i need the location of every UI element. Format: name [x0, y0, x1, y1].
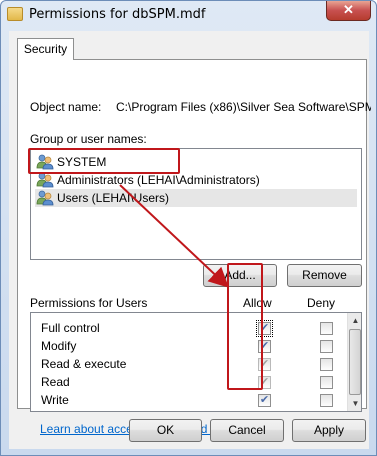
- permission-name: Modify: [41, 339, 77, 353]
- close-button[interactable]: ✕: [326, 1, 371, 21]
- users-icon: [36, 172, 54, 188]
- deny-checkbox[interactable]: [320, 358, 333, 371]
- users-icon: [36, 190, 54, 206]
- security-panel: Object name: C:\Program Files (x86)\Silv…: [17, 59, 371, 436]
- deny-checkbox[interactable]: [320, 340, 333, 353]
- ok-button[interactable]: OK: [129, 419, 202, 442]
- permission-row-full-control: Full control ✔: [31, 319, 346, 337]
- allow-checkbox[interactable]: ✔: [258, 394, 271, 407]
- permissions-dialog: Permissions for dbSPM.mdf ✕ Security Obj…: [0, 0, 377, 456]
- permission-name: Read & execute: [41, 357, 127, 371]
- deny-checkbox[interactable]: [320, 376, 333, 389]
- tab-security[interactable]: Security: [17, 38, 74, 60]
- object-name-label: Object name:: [30, 100, 102, 114]
- annotation-highlight-users: [28, 148, 180, 174]
- permissions-header: Permissions for Users: [30, 296, 148, 310]
- window-title: Permissions for dbSPM.mdf: [29, 7, 206, 22]
- dialog-client-area: Security Object name: C:\Program Files (…: [9, 31, 371, 449]
- deny-checkbox[interactable]: [320, 322, 333, 335]
- group-names-label: Group or user names:: [30, 132, 147, 146]
- annotation-highlight-allow: [227, 263, 263, 390]
- permission-name: Read: [41, 375, 70, 389]
- deny-checkbox[interactable]: [320, 394, 333, 407]
- permission-name: Write: [41, 393, 69, 407]
- permission-name: Full control: [41, 321, 100, 335]
- folder-icon: [7, 7, 23, 21]
- remove-button[interactable]: Remove: [287, 264, 362, 287]
- group-item-users[interactable]: Users (LEHAI\Users): [35, 189, 357, 207]
- apply-button[interactable]: Apply: [292, 419, 366, 442]
- permission-row-write: Write ✔: [31, 391, 346, 409]
- scroll-up-icon[interactable]: ▲: [348, 313, 361, 328]
- deny-column-header: Deny: [307, 296, 336, 310]
- permission-row-modify: Modify ✔: [31, 337, 346, 355]
- group-item-label: Users (LEHAI\Users): [57, 191, 170, 205]
- scroll-down-icon[interactable]: ▼: [348, 396, 361, 411]
- scroll-thumb[interactable]: [349, 329, 361, 395]
- permission-row-read-execute: Read & execute ✔: [31, 355, 346, 373]
- cancel-button[interactable]: Cancel: [210, 419, 284, 442]
- permission-row-read: Read ✔: [31, 373, 346, 391]
- object-name-value: C:\Program Files (x86)\Silver Sea Softwa…: [116, 100, 371, 114]
- permissions-scrollbar[interactable]: ▲ ▼: [347, 313, 361, 411]
- title-bar[interactable]: Permissions for dbSPM.mdf ✕: [1, 1, 376, 29]
- permissions-list: Full control ✔ Modify ✔ Read & execute ✔…: [30, 312, 362, 412]
